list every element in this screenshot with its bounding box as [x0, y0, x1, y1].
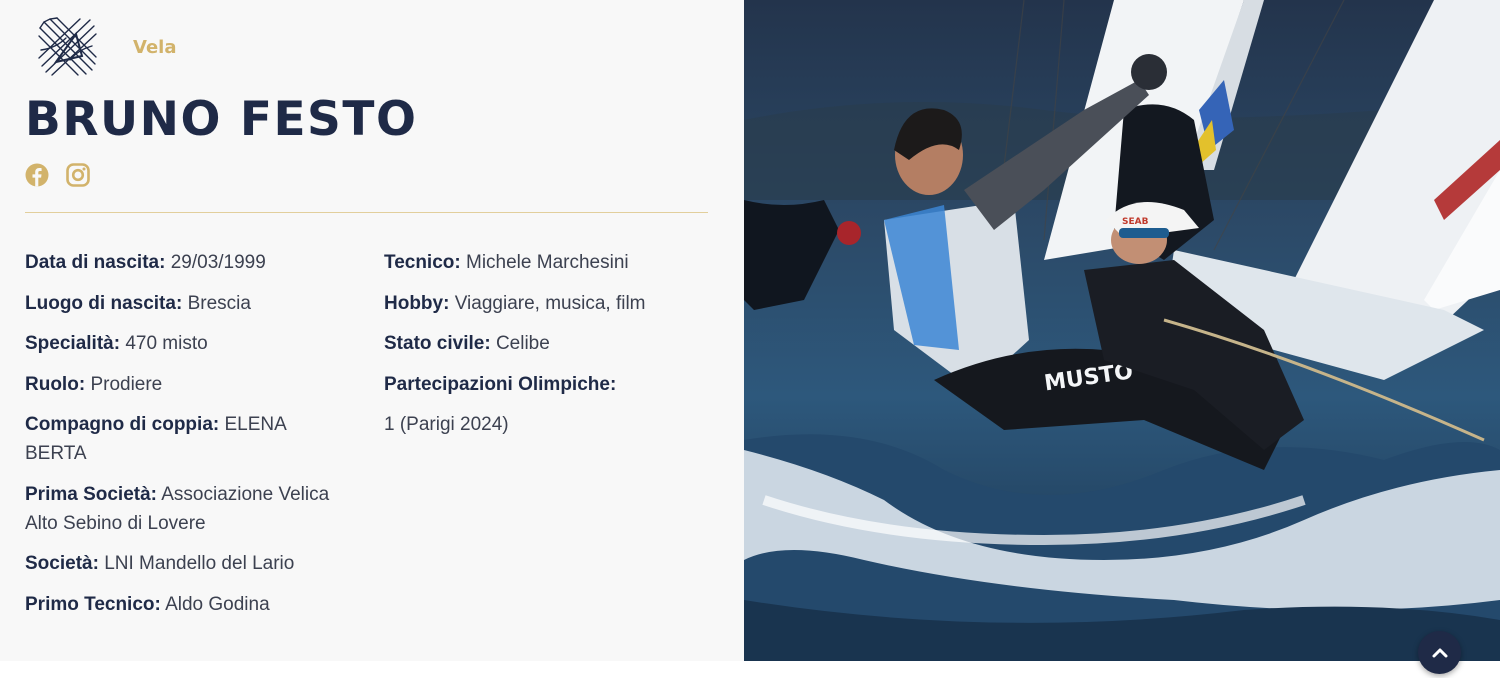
detail-label: Data di nascita:	[25, 252, 166, 273]
detail-label: Prima Società:	[25, 483, 157, 505]
detail-value: LNI Mandello del Lario	[104, 553, 295, 574]
detail-value: 29/03/1999	[170, 252, 266, 273]
cap-text: SEAB	[1122, 217, 1149, 227]
detail-value: 1 (Parigi 2024)	[384, 414, 509, 435]
detail-partner: Compagno di coppia: ELENA BERTA	[25, 410, 350, 468]
detail-label: Specialità:	[25, 333, 121, 354]
detail-value: Aldo Godina	[165, 593, 270, 615]
detail-label: Società:	[25, 553, 99, 574]
detail-value: Michele Marchesini	[466, 252, 629, 273]
athlete-photo: MUSTO SEAB	[744, 0, 1500, 661]
detail-label: Primo Tecnico:	[25, 593, 161, 615]
social-links	[25, 163, 90, 187]
detail-value: Viaggiare, musica, film	[454, 292, 646, 314]
detail-coach: Tecnico: Michele Marchesini	[384, 248, 704, 277]
detail-birth-date: Data di nascita: 29/03/1999	[25, 248, 350, 277]
detail-value: Brescia	[187, 292, 251, 314]
detail-first-club: Prima Società: Associazione Velica Alto …	[25, 480, 350, 538]
detail-label: Hobby:	[384, 292, 450, 314]
detail-olympic-label: Partecipazioni Olimpiche:	[384, 370, 704, 399]
sport-header: Vela	[36, 16, 176, 78]
detail-label: Luogo di nascita:	[25, 292, 183, 314]
detail-birth-place: Luogo di nascita: Brescia	[25, 289, 350, 318]
sailing-photo-illustration: MUSTO SEAB	[744, 0, 1500, 661]
chevron-up-icon	[1432, 648, 1447, 657]
detail-label: Compagno di coppia:	[25, 414, 220, 435]
detail-label: Ruolo:	[25, 373, 86, 395]
detail-club: Società: LNI Mandello del Lario	[25, 549, 350, 578]
instagram-icon[interactable]	[66, 163, 90, 187]
detail-value: Prodiere	[90, 373, 163, 395]
detail-first-coach: Primo Tecnico: Aldo Godina	[25, 590, 350, 619]
scroll-top-button[interactable]	[1418, 631, 1461, 674]
detail-label: Tecnico:	[384, 252, 461, 273]
athlete-name: BRUNO FESTO	[25, 92, 418, 147]
detail-label: Partecipazioni Olimpiche:	[384, 373, 617, 395]
section-divider	[25, 212, 708, 213]
sailing-discipline-icon	[38, 17, 97, 76]
detail-value: 470 misto	[125, 333, 208, 354]
detail-label: Stato civile:	[384, 333, 491, 354]
athlete-info-panel: Vela BRUNO FESTO Data di nascita: 29/03/…	[0, 0, 744, 661]
detail-value: Celibe	[495, 333, 550, 354]
details-column-right: Tecnico: Michele Marchesini Hobby: Viagg…	[384, 248, 704, 451]
detail-olympic-value: 1 (Parigi 2024)	[384, 410, 704, 439]
sport-label: Vela	[133, 36, 177, 58]
detail-hobby: Hobby: Viaggiare, musica, film	[384, 289, 704, 318]
detail-marital-status: Stato civile: Celibe	[384, 329, 704, 358]
detail-specialty: Specialità: 470 misto	[25, 329, 350, 358]
detail-role: Ruolo: Prodiere	[25, 370, 350, 399]
facebook-icon[interactable]	[25, 163, 49, 187]
details-column-left: Data di nascita: 29/03/1999 Luogo di nas…	[25, 248, 350, 630]
